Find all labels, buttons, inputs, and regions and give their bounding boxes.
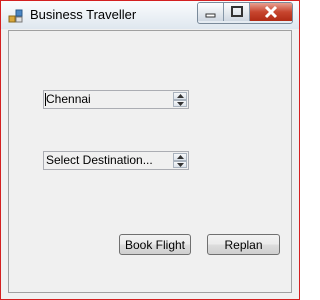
book-flight-button[interactable]: Book Flight — [119, 234, 191, 255]
destination-spin-down-button[interactable] — [173, 160, 187, 168]
destination-spinner-value: Select Destination... — [46, 153, 153, 167]
origin-spinner-buttons — [173, 92, 187, 107]
origin-spinner[interactable]: Chennai — [43, 90, 189, 109]
destination-spinner-buttons — [173, 153, 187, 168]
main-window: Business Traveller Chennai Select Destin… — [0, 0, 300, 300]
maximize-icon — [224, 6, 250, 23]
replan-button[interactable]: Replan — [207, 234, 280, 255]
origin-spin-down-button[interactable] — [173, 99, 187, 107]
window-title: Business Traveller — [30, 7, 137, 22]
arrow-down-icon — [177, 162, 184, 167]
origin-spin-up-button[interactable] — [173, 92, 187, 100]
minimize-icon — [198, 8, 224, 23]
form-client-area: Chennai Select Destination... Book Fligh… — [8, 30, 292, 293]
arrow-up-icon — [177, 155, 184, 159]
close-button[interactable] — [250, 3, 292, 21]
arrow-down-icon — [177, 101, 184, 106]
title-bar[interactable]: Business Traveller — [1, 1, 299, 29]
arrow-up-icon — [177, 94, 184, 98]
close-icon — [250, 5, 292, 23]
destination-spinner[interactable]: Select Destination... — [43, 151, 189, 170]
app-form-icon — [8, 8, 24, 24]
maximize-button[interactable] — [224, 3, 250, 21]
destination-spin-up-button[interactable] — [173, 153, 187, 161]
minimize-button[interactable] — [198, 3, 224, 21]
caption-buttons — [197, 2, 293, 24]
origin-spinner-value: Chennai — [46, 92, 91, 106]
